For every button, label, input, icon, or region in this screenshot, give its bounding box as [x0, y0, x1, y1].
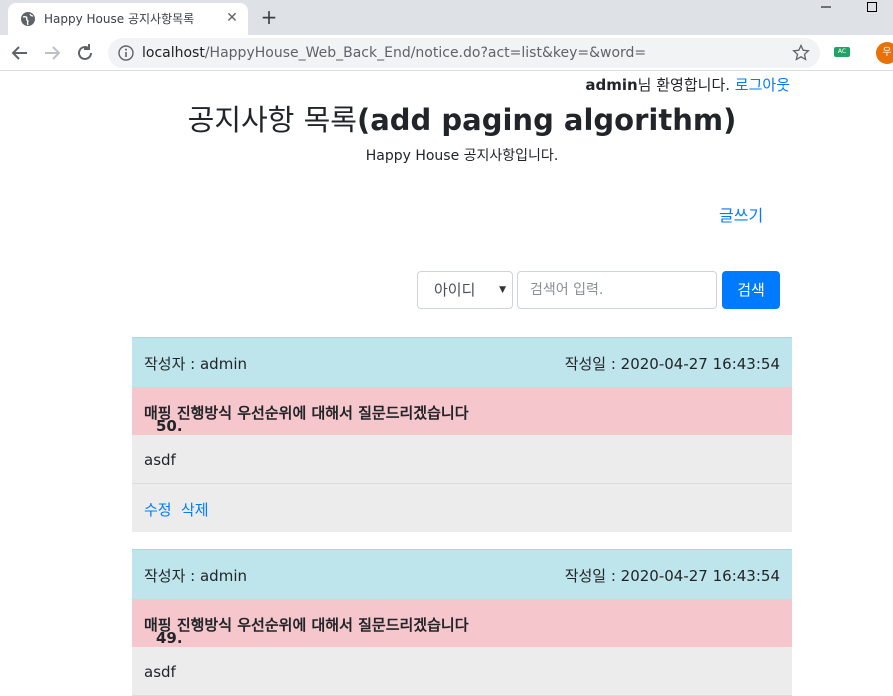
browser-tab-strip: Happy House 공지사항목록 ✕ +: [0, 0, 893, 35]
welcome-text: 님 환영합니다.: [637, 76, 731, 94]
close-tab-icon[interactable]: ✕: [224, 10, 240, 26]
logout-link[interactable]: 로그아웃: [735, 76, 790, 94]
notice-author: 작성자 : admin: [144, 355, 247, 373]
notice-number: 50.: [156, 417, 183, 435]
delete-link[interactable]: 삭제: [181, 499, 209, 520]
notice-card: 작성자 : admin 작성일 : 2020-04-27 16:43:54 49…: [132, 549, 792, 696]
notice-card: 작성자 : admin 작성일 : 2020-04-27 16:43:54 50…: [132, 337, 792, 532]
notice-subject-title: 매핑 진행방식 우선순위에 대해서 질문드리겠습니다: [144, 616, 469, 634]
edit-link[interactable]: 수정: [144, 499, 172, 520]
tab-title: Happy House 공지사항목록: [44, 12, 195, 26]
page-subtitle: Happy House 공지사항입니다.: [365, 148, 559, 164]
back-arrow-icon[interactable]: [9, 42, 31, 64]
globe-icon: [21, 12, 35, 26]
write-post-link[interactable]: 글쓰기: [719, 202, 763, 226]
notice-subject-title: 매핑 진행방식 우선순위에 대해서 질문드리겠습니다: [144, 404, 469, 422]
notice-content: asdf: [132, 647, 792, 696]
bookmark-star-icon[interactable]: [792, 44, 810, 62]
info-icon[interactable]: [118, 45, 134, 61]
search-key-value: 아이디: [434, 281, 476, 299]
notice-subject: 50. 매핑 진행방식 우선순위에 대해서 질문드리겠습니다: [132, 387, 792, 435]
forward-arrow-icon[interactable]: [41, 42, 63, 64]
notice-date: 작성일 : 2020-04-27 16:43:54: [564, 355, 780, 373]
page-title-en: (add paging algorithm): [356, 103, 737, 137]
extension-icon[interactable]: AC: [834, 47, 850, 57]
url-path: /HappyHouse_Web_Back_End/notice.do?act=l…: [204, 45, 647, 61]
notice-subject-text: 49. 매핑 진행방식 우선순위에 대해서 질문드리겠습니다: [144, 614, 469, 647]
browser-toolbar: localhost/HappyHouse_Web_Back_End/notice…: [0, 35, 893, 71]
maximize-window-icon[interactable]: [864, 0, 880, 14]
notice-content: asdf: [132, 435, 792, 484]
page-title: 공지사항 목록(add paging algorithm): [0, 97, 893, 139]
address-bar[interactable]: localhost/HappyHouse_Web_Back_End/notice…: [108, 38, 820, 68]
notice-content-text: asdf: [144, 663, 176, 681]
new-tab-icon[interactable]: +: [258, 6, 280, 28]
notice-header: 작성자 : admin 작성일 : 2020-04-27 16:43:54: [132, 549, 792, 599]
url-text: localhost/HappyHouse_Web_Back_End/notice…: [142, 45, 646, 61]
reload-icon[interactable]: [74, 42, 96, 64]
search-key-select[interactable]: 아이디 ▼: [417, 271, 513, 309]
user-name: admin: [585, 76, 638, 94]
notice-actions: 수정 삭제: [132, 484, 792, 532]
notice-header: 작성자 : admin 작성일 : 2020-04-27 16:43:54: [132, 337, 792, 387]
notice-content-text: asdf: [144, 451, 176, 469]
notice-subject: 49. 매핑 진행방식 우선순위에 대해서 질문드리겠습니다: [132, 599, 792, 647]
search-input[interactable]: [517, 271, 717, 309]
dropdown-caret-icon: ▼: [499, 285, 506, 295]
page-content: admin님 환영합니다. 로그아웃 공지사항 목록(add paging al…: [0, 71, 893, 696]
notice-author: 작성자 : admin: [144, 567, 247, 585]
notice-date: 작성일 : 2020-04-27 16:43:54: [564, 567, 780, 585]
url-host: localhost: [142, 45, 205, 61]
page-title-ko: 공지사항 목록: [187, 103, 357, 137]
search-button[interactable]: 검색: [722, 271, 780, 309]
profile-avatar-icon[interactable]: 우: [876, 42, 893, 64]
welcome-message: admin님 환영합니다. 로그아웃: [585, 74, 790, 95]
browser-tab[interactable]: Happy House 공지사항목록 ✕: [8, 3, 248, 35]
notice-number: 49.: [156, 629, 183, 647]
notice-subject-text: 50. 매핑 진행방식 우선순위에 대해서 질문드리겠습니다: [144, 402, 469, 435]
minimize-window-icon[interactable]: [818, 0, 834, 14]
